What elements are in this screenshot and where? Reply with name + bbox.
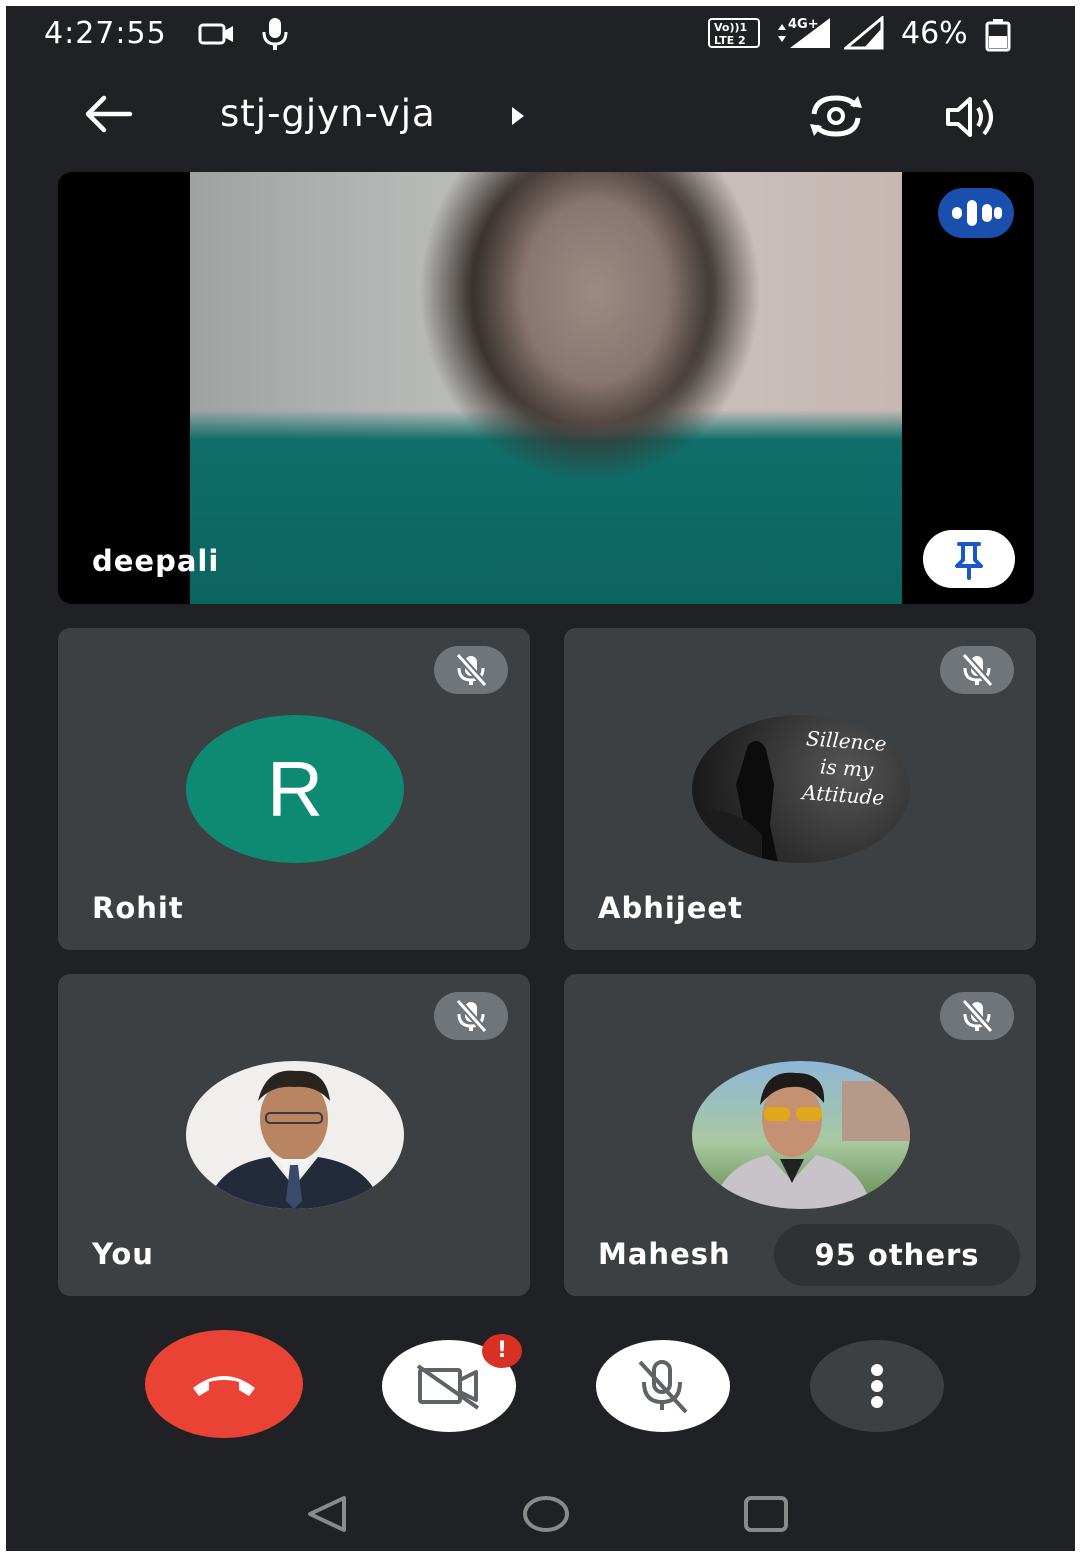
avatar-photo xyxy=(712,1072,910,1209)
signal-4g-icon: 4G+ xyxy=(776,14,836,56)
mic-off-icon xyxy=(940,646,1014,694)
participant-tile-you[interactable]: You xyxy=(58,974,530,1296)
avatar-photo xyxy=(206,1070,382,1209)
speaker-icon[interactable] xyxy=(944,94,1000,144)
back-arrow-icon[interactable] xyxy=(82,94,134,138)
status-time: 4:27:55 xyxy=(44,16,167,51)
camera-off-icon xyxy=(382,1364,516,1436)
camera-flip-icon[interactable] xyxy=(804,92,868,144)
mic-off-icon xyxy=(940,992,1014,1040)
avatar xyxy=(692,1061,910,1209)
nav-home-icon[interactable] xyxy=(522,1494,570,1538)
participant-name: Mahesh xyxy=(598,1237,731,1271)
avatar: R xyxy=(186,715,404,863)
more-vert-icon xyxy=(810,1364,944,1436)
microphone-icon xyxy=(260,16,290,56)
caret-right-icon[interactable] xyxy=(509,105,527,131)
call-controls: ! xyxy=(6,1330,1075,1440)
more-options-button[interactable] xyxy=(810,1340,944,1432)
others-count-chip[interactable]: 95 others xyxy=(774,1224,1020,1286)
nav-back-icon[interactable] xyxy=(304,1494,350,1538)
participant-tile-mahesh[interactable]: Mahesh 95 others xyxy=(564,974,1036,1296)
status-bar: 4:27:55 Vo))1 LTE 2 4G+ 46% xyxy=(6,6,1075,66)
participant-tile-abhijeet[interactable]: Sillence is my Attitude Abhijeet xyxy=(564,628,1036,950)
end-call-button[interactable] xyxy=(145,1330,303,1438)
svg-text:4G+: 4G+ xyxy=(788,17,819,32)
participant-name: deepali xyxy=(92,544,220,578)
mic-toggle-button[interactable] xyxy=(596,1340,730,1432)
video-recording-icon xyxy=(198,20,236,52)
pin-button[interactable] xyxy=(923,530,1015,588)
participant-tile-rohit[interactable]: R Rohit xyxy=(58,628,530,950)
mic-off-icon xyxy=(434,646,508,694)
battery-percent: 46% xyxy=(901,16,968,51)
svg-text:LTE 2: LTE 2 xyxy=(714,34,746,47)
mic-off-icon xyxy=(434,992,508,1040)
camera-alert-badge: ! xyxy=(482,1334,522,1368)
system-nav-bar xyxy=(6,1466,1075,1551)
participant-video xyxy=(190,172,902,604)
svg-text:Vo))1: Vo))1 xyxy=(714,21,747,34)
mic-off-icon xyxy=(596,1360,730,1436)
battery-icon xyxy=(984,18,1012,56)
avatar xyxy=(186,1061,404,1209)
nav-recents-icon[interactable] xyxy=(742,1494,790,1538)
avatar: Sillence is my Attitude xyxy=(692,715,910,863)
volte-icon: Vo))1 LTE 2 xyxy=(708,18,760,52)
call-toolbar: stj-gjyn-vja xyxy=(6,72,1075,162)
speaking-icon xyxy=(938,188,1014,238)
participant-name: Abhijeet xyxy=(598,891,743,925)
main-speaker-tile[interactable]: deepali xyxy=(58,172,1034,604)
signal-strength-icon xyxy=(841,14,884,54)
avatar-letter: R xyxy=(266,745,324,833)
meeting-code[interactable]: stj-gjyn-vja xyxy=(220,92,436,135)
meet-call-screen: 4:27:55 Vo))1LTE 2 4G+ 46% stj-gjyn-vja xyxy=(6,6,1075,1551)
pin-icon xyxy=(923,542,1015,592)
participant-name: You xyxy=(92,1237,154,1271)
end-call-icon xyxy=(145,1376,303,1442)
participant-name: Rohit xyxy=(92,891,184,925)
